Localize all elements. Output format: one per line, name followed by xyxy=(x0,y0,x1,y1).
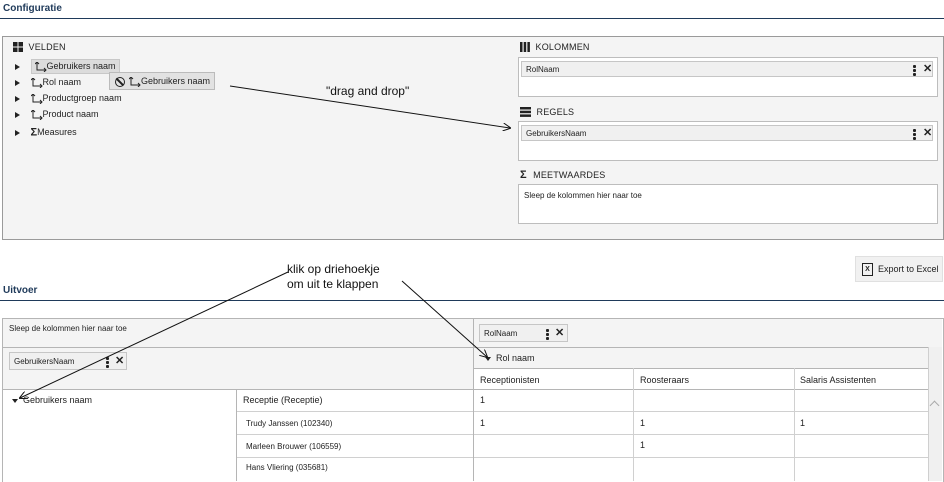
row-label: Hans Vliering (035681) xyxy=(246,463,328,472)
field-productgroep-naam[interactable]: Productgroep naam xyxy=(15,90,255,106)
more-options-icon[interactable] xyxy=(913,65,916,77)
collapse-triangle-icon[interactable] xyxy=(485,356,491,361)
regels-header-label: REGELS xyxy=(536,106,575,117)
field-label: Product naam xyxy=(42,109,99,119)
field-label: Measures xyxy=(37,127,77,137)
expand-triangle-icon[interactable] xyxy=(15,95,20,102)
more-options-icon[interactable] xyxy=(106,357,109,369)
dimension-icon xyxy=(30,76,43,88)
chip-label: RolNaam xyxy=(484,329,518,338)
table-cell: 1 xyxy=(480,418,486,428)
dimension-icon xyxy=(30,92,43,104)
kolommen-dropzone[interactable]: RolNaam ✕ xyxy=(518,57,938,97)
uitvoer-title: Uitvoer xyxy=(3,285,38,296)
vertical-scrollbar[interactable] xyxy=(928,347,942,481)
column-header: Salaris Assistenten xyxy=(800,375,877,385)
field-label: Productgroep naam xyxy=(42,93,122,103)
velden-tree: Gebruikers naam Rol naam Productgroep na… xyxy=(15,58,255,140)
chip-label: GebruikersNaam xyxy=(14,357,75,366)
expand-annotation: klik op driehoekje om uit te klappen xyxy=(287,262,380,292)
col-group-header[interactable]: Rol naam xyxy=(473,347,929,369)
chip-label: GebruikersNaam xyxy=(526,129,587,138)
excel-icon: X xyxy=(862,263,873,277)
more-options-icon[interactable] xyxy=(546,329,549,341)
gebruikersnaam-row-chip[interactable]: GebruikersNaam ✕ xyxy=(521,125,933,141)
scroll-up-icon[interactable] xyxy=(929,400,940,411)
velden-header: VELDEN xyxy=(13,41,66,53)
sigma-icon: Σ xyxy=(520,169,527,181)
col-group-label: Rol naam xyxy=(496,353,535,363)
expand-triangle-icon[interactable] xyxy=(15,111,20,118)
export-excel-button[interactable]: X Export to Excel xyxy=(855,256,943,282)
close-icon[interactable]: ✕ xyxy=(555,328,564,339)
configuratie-title: Configuratie xyxy=(3,3,62,14)
dimension-icon xyxy=(34,61,47,73)
dimension-icon xyxy=(30,108,43,120)
close-icon[interactable]: ✕ xyxy=(923,64,932,75)
row-label: Trudy Janssen (102340) xyxy=(246,419,333,428)
field-product-naam[interactable]: Product naam xyxy=(15,106,255,122)
drag-ghost: Gebruikers naam xyxy=(109,72,215,90)
drag-ghost-label: Gebruikers naam xyxy=(141,76,211,86)
table-cell: 1 xyxy=(640,440,646,450)
row-group-label: Gebruikers naam xyxy=(23,395,93,405)
collapse-triangle-icon[interactable] xyxy=(12,398,18,403)
expand-annotation-line1: klik op driehoekje xyxy=(287,262,380,276)
rolnaam-column-chip-output[interactable]: RolNaam ✕ xyxy=(479,324,568,342)
meetwaardes-header-label: MEETWAARDES xyxy=(533,170,606,180)
close-icon[interactable]: ✕ xyxy=(923,128,932,139)
filter-dropzone-placeholder[interactable]: Sleep de kolommen hier naar toe xyxy=(9,324,127,333)
expand-triangle-icon[interactable] xyxy=(15,63,20,70)
expand-triangle-icon[interactable] xyxy=(15,129,20,136)
close-icon[interactable]: ✕ xyxy=(115,356,124,367)
field-label: Rol naam xyxy=(42,77,82,87)
column-header: Roosteraars xyxy=(640,375,690,385)
gebruikersnaam-row-chip-output[interactable]: GebruikersNaam ✕ xyxy=(9,352,127,370)
uitvoer-divider xyxy=(0,300,944,301)
meetwaardes-dropzone[interactable]: Sleep de kolommen hier naar toe xyxy=(518,184,938,224)
expand-triangle-icon[interactable] xyxy=(15,79,20,86)
chip-label: RolNaam xyxy=(526,65,560,74)
table-cell: 1 xyxy=(640,418,646,428)
row-group-header[interactable]: Gebruikers naam xyxy=(12,395,92,405)
row-label: Marleen Brouwer (106559) xyxy=(246,442,342,451)
table-cell: 1 xyxy=(480,395,486,405)
more-options-icon[interactable] xyxy=(913,129,916,141)
configuratie-divider xyxy=(0,18,944,19)
meetwaardes-placeholder: Sleep de kolommen hier naar toe xyxy=(524,191,642,200)
field-measures[interactable]: ΣMeasures xyxy=(15,124,255,140)
meetwaardes-header: Σ MEETWAARDES xyxy=(520,169,606,181)
kolommen-header-label: KOLOMMEN xyxy=(535,41,590,52)
kolommen-header: KOLOMMEN xyxy=(520,41,590,52)
rolnaam-column-chip[interactable]: RolNaam ✕ xyxy=(521,61,933,77)
regels-header: REGELS xyxy=(520,106,574,117)
velden-header-label: VELDEN xyxy=(28,41,66,52)
column-header: Receptionisten xyxy=(480,375,540,385)
no-drop-icon xyxy=(115,76,125,87)
columns-icon xyxy=(520,41,530,52)
expand-annotation-line2: om uit te klappen xyxy=(287,277,379,291)
table-cell: 1 xyxy=(800,418,806,428)
field-label: Gebruikers naam xyxy=(46,61,116,72)
dimension-icon xyxy=(128,75,141,87)
row-label: Receptie (Receptie) xyxy=(243,395,323,405)
export-label: Export to Excel xyxy=(878,264,939,274)
rows-icon xyxy=(520,106,531,117)
regels-dropzone[interactable]: GebruikersNaam ✕ xyxy=(518,121,938,161)
drag-drop-annotation: "drag and drop" xyxy=(326,84,410,98)
grid-icon xyxy=(13,41,23,52)
